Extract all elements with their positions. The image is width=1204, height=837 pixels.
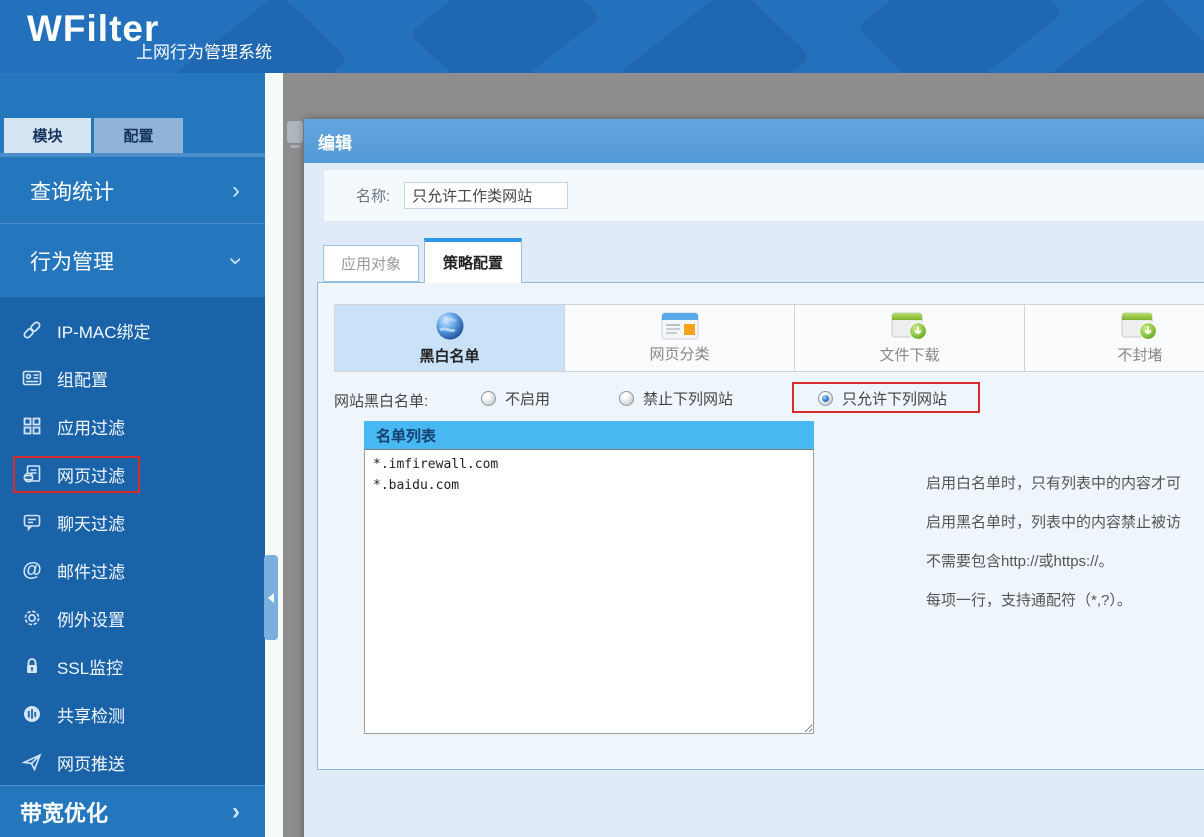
sidebar-item-group-config[interactable]: 组配置	[0, 354, 265, 402]
radio-group-label: 网站黑白名单:	[334, 390, 428, 411]
sidebar-section-query-stats[interactable]: 查询统计 ›	[0, 158, 265, 224]
policy-icon-tabs: 黑白名单 网页分类	[334, 304, 1204, 372]
radio-label: 禁止下列网站	[643, 388, 733, 409]
sidebar-item-exception-settings[interactable]: 例外设置	[0, 594, 265, 642]
icon-tab-label: 黑白名单	[419, 345, 479, 366]
sidebar-section-bandwidth[interactable]: 带宽优化 ›	[0, 785, 265, 837]
dialog-title-bar[interactable]: 编辑	[304, 119, 1204, 163]
sidebar-tab-modules[interactable]: 模块	[4, 118, 91, 153]
dialog-title: 编辑	[318, 129, 352, 154]
icon-tab-label: 不封堵	[1117, 344, 1162, 365]
sidebar-tab-config[interactable]: 配置	[94, 118, 183, 153]
sidebar-item-label: 例外设置	[57, 606, 125, 631]
name-label: 名称:	[356, 185, 390, 206]
sidebar-item-chat-filter[interactable]: 聊天过滤	[0, 498, 265, 546]
share-detect-icon	[20, 702, 44, 726]
help-line: 启用黑名单时，列表中的内容禁止被访	[926, 503, 1181, 542]
sidebar-item-mail-filter[interactable]: @ 邮件过滤	[0, 546, 265, 594]
sidebar-item-ssl-monitor[interactable]: SSL监控	[0, 642, 265, 690]
radio-label: 只允许下列网站	[842, 388, 947, 409]
help-text: 启用白名单时，只有列表中的内容才可 启用黑名单时，列表中的内容禁止被访 不需要包…	[926, 464, 1181, 620]
radio-block-listed[interactable]: 禁止下列网站	[619, 388, 733, 409]
app-header: WFilter 上网行为管理系统	[0, 0, 1204, 73]
sidebar: 模块 配置 查询统计 › 行为管理 › IP-MAC绑定 组配置	[0, 73, 265, 837]
sidebar-gap	[265, 73, 283, 837]
icon-tab-web-category[interactable]: 网页分类	[565, 305, 795, 371]
chevron-down-icon: ›	[224, 257, 248, 265]
help-line: 不需要包含http://或https://。	[926, 542, 1181, 581]
tab-policy-config[interactable]: 策略配置	[424, 238, 522, 283]
radio-icon[interactable]	[481, 391, 496, 406]
sidebar-submenu: IP-MAC绑定 组配置 应用过滤	[0, 297, 265, 785]
sidebar-item-label: 组配置	[57, 366, 108, 391]
whitelist-textarea[interactable]: *.imfirewall.com *.baidu.com	[364, 449, 814, 734]
chat-bubble-icon	[20, 510, 44, 534]
globe-icon	[434, 310, 466, 342]
tab-apply-objects[interactable]: 应用对象	[323, 245, 419, 282]
sidebar-item-label: 网页推送	[57, 750, 125, 775]
help-line: 每项一行，支持通配符（*,?）。	[926, 581, 1181, 620]
radio-icon[interactable]	[619, 391, 634, 406]
keyboard-texture	[616, 0, 814, 73]
icon-tab-file-download[interactable]: 文件下载	[795, 305, 1025, 371]
sidebar-item-app-filter[interactable]: 应用过滤	[0, 402, 265, 450]
sidebar-collapse-handle[interactable]	[264, 555, 278, 640]
grid-icon	[20, 414, 44, 438]
gear-icon	[20, 606, 44, 630]
sidebar-item-label: 网页过滤	[57, 462, 125, 487]
underlying-page-icon	[287, 121, 303, 143]
edit-dialog: 编辑 名称: 应用对象 策略配置 黑白名单	[304, 119, 1204, 837]
policy-config-panel: 黑白名单 网页分类	[317, 282, 1204, 770]
radio-allow-only-listed[interactable]: 只允许下列网站	[818, 388, 947, 409]
lock-icon	[20, 654, 44, 678]
list-header: 名单列表	[364, 421, 814, 449]
help-line: 启用白名单时，只有列表中的内容才可	[926, 464, 1181, 503]
icon-tab-no-block[interactable]: 不封堵	[1025, 305, 1204, 371]
sidebar-item-label: 邮件过滤	[57, 558, 125, 583]
chevron-right-icon: ›	[232, 179, 240, 203]
name-input[interactable]	[404, 182, 568, 209]
sidebar-item-label: IP-MAC绑定	[57, 318, 151, 343]
sidebar-item-ip-mac-binding[interactable]: IP-MAC绑定	[0, 306, 265, 354]
sidebar-item-web-push[interactable]: 网页推送	[0, 738, 265, 786]
web-page-icon	[20, 462, 44, 486]
highlight-box: 网页过滤	[13, 456, 140, 493]
keyboard-texture	[853, 0, 1066, 73]
sidebar-item-label: 应用过滤	[57, 414, 125, 439]
sidebar-section-behavior-mgmt[interactable]: 行为管理 ›	[0, 225, 265, 297]
paper-plane-icon	[20, 750, 44, 774]
sidebar-item-label: 共享检测	[57, 702, 125, 727]
download-window-icon	[1121, 311, 1159, 341]
id-card-icon	[20, 366, 44, 390]
collapse-left-icon	[268, 593, 274, 603]
sidebar-divider	[0, 153, 265, 157]
sidebar-item-share-detect[interactable]: 共享检测	[0, 690, 265, 738]
icon-tab-blackwhite-list[interactable]: 黑白名单	[335, 305, 565, 371]
icon-tab-label: 网页分类	[649, 343, 709, 364]
link-icon	[20, 318, 44, 342]
chevron-right-icon: ›	[232, 800, 240, 824]
download-window-icon	[891, 311, 929, 341]
web-category-icon	[661, 312, 699, 340]
sidebar-item-web-filter[interactable]: 网页过滤	[0, 450, 265, 498]
app-subtitle: 上网行为管理系统	[136, 38, 272, 63]
name-row: 名称:	[323, 169, 1204, 222]
sidebar-item-label: 聊天过滤	[57, 510, 125, 535]
keyboard-texture	[406, 0, 604, 73]
sidebar-item-label: SSL监控	[57, 654, 123, 679]
radio-label: 不启用	[505, 388, 550, 409]
icon-tab-label: 文件下载	[879, 344, 939, 365]
at-sign-icon: @	[20, 558, 44, 582]
radio-disabled[interactable]: 不启用	[481, 388, 550, 409]
radio-selected-icon[interactable]	[818, 391, 833, 406]
